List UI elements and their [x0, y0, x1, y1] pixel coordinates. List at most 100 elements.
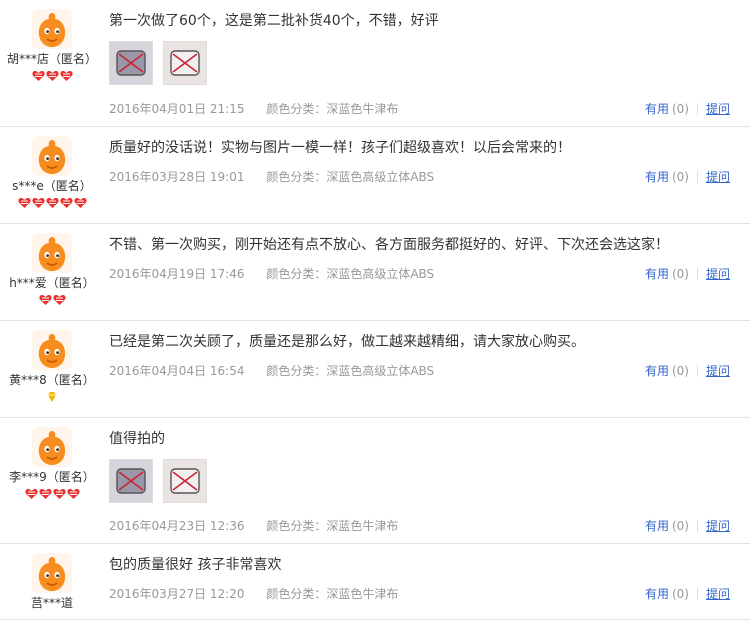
ask-button[interactable]: 提问 [706, 267, 730, 281]
heart-rank-icon [38, 488, 52, 502]
useful-button[interactable]: 有用 (0) [645, 170, 689, 184]
useful-button[interactable]: 有用 (0) [645, 102, 689, 116]
reviewer-rank [0, 614, 104, 628]
ask-button[interactable]: 提问 [706, 587, 730, 601]
review-meta: 2016年04月23日 12:36 颜色分类：深蓝色牛津布 [109, 517, 398, 534]
heart-rank-icon [17, 197, 31, 211]
review-photo-thumbnail[interactable] [109, 41, 153, 85]
heart-rank-icon [73, 197, 87, 211]
useful-button[interactable]: 有用 (0) [645, 364, 689, 378]
useful-count: (0) [671, 267, 689, 281]
heart-rank-icon [52, 488, 66, 502]
color-value: 深蓝色牛津布 [326, 587, 399, 601]
reviewer: 莒***道 [0, 553, 104, 628]
review-actions: 有用 (0) 提问 [645, 265, 730, 282]
reviewer-rank [0, 488, 104, 502]
color-value: 深蓝色高级立体ABS [326, 170, 435, 184]
review-actions: 有用 (0) 提问 [645, 585, 730, 602]
review-actions: 有用 (0) 提问 [645, 517, 730, 534]
review-item: 黄***8（匿名） 已经是第二次关顾了，质量还是那么好，做工越来越精细，请大家放… [0, 321, 750, 418]
review-meta: 2016年03月27日 12:20 颜色分类：深蓝色牛津布 [109, 585, 398, 602]
review-meta: 2016年04月19日 17:46 颜色分类：深蓝色高级立体ABS [109, 265, 434, 282]
ask-button[interactable]: 提问 [706, 170, 730, 184]
heart-rank-icon [45, 197, 59, 211]
review-item: h***爱（匿名） 不错、第一次购买，刚开始还有点不放心、各方面服务都挺好的、好… [0, 224, 750, 321]
avatar [32, 427, 72, 467]
heart-rank-icon [31, 197, 45, 211]
review-text: 包的质量很好 孩子非常喜欢 [109, 557, 282, 573]
reviewer: 胡***店（匿名） [0, 9, 104, 84]
review-date: 2016年03月27日 12:20 [109, 587, 245, 601]
reviewer: s***e（匿名） [0, 136, 104, 211]
review-meta: 2016年04月04日 16:54 颜色分类：深蓝色高级立体ABS [109, 362, 434, 379]
divider [696, 103, 698, 115]
review-date: 2016年03月28日 19:01 [109, 170, 245, 184]
divider [696, 588, 698, 600]
review-text: 第一次做了60个，这是第二批补货40个，不错，好评 [109, 13, 439, 29]
review-text: 已经是第二次关顾了，质量还是那么好，做工越来越精细，请大家放心购买。 [109, 334, 585, 350]
useful-label: 有用 [644, 364, 669, 378]
useful-label: 有用 [644, 170, 669, 184]
heart-rank-icon [59, 70, 73, 84]
avatar [32, 330, 72, 370]
review-date: 2016年04月01日 21:15 [109, 102, 245, 116]
reviewer-rank [0, 197, 104, 211]
review-content: 质量好的没话说！实物与图片一模一样！孩子们超级喜欢！以后会常来的！ [109, 138, 739, 158]
color-label: 颜色分类： [266, 519, 327, 533]
avatar [32, 233, 72, 273]
reviewer-name: 黄***8（匿名） [9, 373, 95, 387]
heart-rank-icon [45, 70, 59, 84]
review-content: 已经是第二次关顾了，质量还是那么好，做工越来越精细，请大家放心购买。 [109, 332, 739, 352]
useful-label: 有用 [644, 587, 669, 601]
ask-button[interactable]: 提问 [706, 364, 730, 378]
useful-count: (0) [671, 102, 689, 116]
useful-label: 有用 [644, 519, 669, 533]
useful-label: 有用 [644, 267, 669, 281]
avatar [32, 136, 72, 176]
ask-button[interactable]: 提问 [706, 102, 730, 116]
review-actions: 有用 (0) 提问 [645, 100, 730, 117]
reviewer-name: s***e（匿名） [12, 179, 92, 193]
avatar [32, 9, 72, 49]
heart-rank-icon [52, 294, 66, 308]
reviewer: 李***9（匿名） [0, 427, 104, 502]
ask-button[interactable]: 提问 [706, 519, 730, 533]
color-value: 深蓝色牛津布 [326, 102, 399, 116]
useful-button[interactable]: 有用 (0) [645, 519, 689, 533]
review-meta: 2016年04月01日 21:15 颜色分类：深蓝色牛津布 [109, 100, 398, 117]
review-content: 值得拍的 [109, 429, 739, 503]
review-item: 胡***店（匿名） 第一次做了60个，这是第二批补货40个，不错，好评 2016… [0, 0, 750, 127]
color-label: 颜色分类： [266, 170, 327, 184]
reviewer-name: 李***9（匿名） [9, 470, 95, 484]
review-meta: 2016年03月28日 19:01 颜色分类：深蓝色高级立体ABS [109, 168, 434, 185]
color-label: 颜色分类： [266, 364, 327, 378]
review-item: 李***9（匿名） 值得拍的 2016年04月23日 12:36 颜色分类：深蓝… [0, 418, 750, 544]
color-value: 深蓝色高级立体ABS [326, 364, 435, 378]
heart-rank-icon [59, 197, 73, 211]
review-content: 包的质量很好 孩子非常喜欢 [109, 555, 739, 575]
divider [696, 171, 698, 183]
review-photo-thumbnail[interactable] [163, 459, 207, 503]
divider [696, 520, 698, 532]
reviewer-rank [0, 70, 104, 84]
color-label: 颜色分类： [266, 102, 327, 116]
review-photos [109, 41, 739, 85]
heart-rank-icon [38, 294, 52, 308]
color-value: 深蓝色高级立体ABS [326, 267, 435, 281]
review-actions: 有用 (0) 提问 [645, 362, 730, 379]
review-text: 值得拍的 [109, 431, 165, 447]
divider [696, 365, 698, 377]
useful-count: (0) [671, 170, 689, 184]
color-label: 颜色分类： [266, 587, 327, 601]
review-content: 不错、第一次购买，刚开始还有点不放心、各方面服务都挺好的、好评、下次还会选这家！ [109, 235, 739, 255]
useful-count: (0) [671, 364, 689, 378]
useful-label: 有用 [644, 102, 669, 116]
review-photo-thumbnail[interactable] [163, 41, 207, 85]
review-text: 不错、第一次购买，刚开始还有点不放心、各方面服务都挺好的、好评、下次还会选这家！ [109, 237, 669, 253]
review-date: 2016年04月19日 17:46 [109, 267, 245, 281]
useful-button[interactable]: 有用 (0) [645, 267, 689, 281]
reviewer-name: 胡***店（匿名） [6, 52, 97, 66]
review-photo-thumbnail[interactable] [109, 459, 153, 503]
useful-button[interactable]: 有用 (0) [645, 587, 689, 601]
diamond-rank-icon [46, 391, 58, 405]
